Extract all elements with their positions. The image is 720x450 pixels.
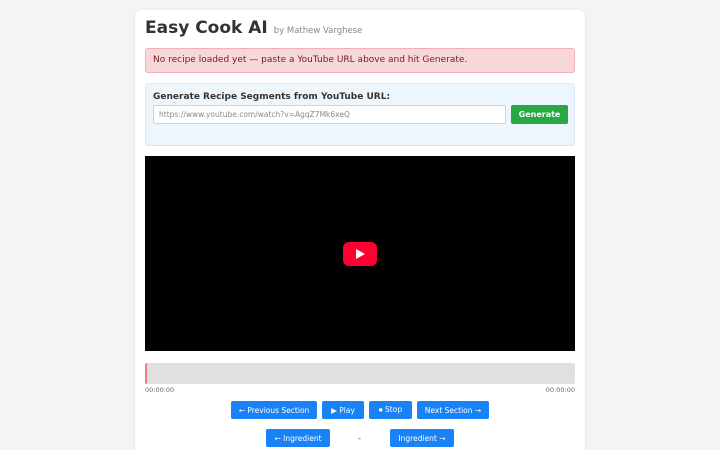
play-button[interactable]: ▶ Play	[322, 401, 364, 419]
generate-button[interactable]: Generate	[511, 105, 568, 124]
video-player[interactable]	[145, 156, 575, 351]
generate-panel: Generate Recipe Segments from YouTube UR…	[145, 83, 575, 146]
generate-label: Generate Recipe Segments from YouTube UR…	[153, 92, 391, 102]
main-card: Easy Cook AI by Mathew Varghese No recip…	[135, 10, 585, 450]
app-title: Easy Cook AI	[145, 18, 268, 38]
author-byline: by Mathew Varghese	[273, 26, 363, 36]
play-triangle-icon	[356, 249, 365, 259]
previous-ingredient-button[interactable]: ← Ingredient	[266, 429, 330, 447]
title-row: Easy Cook AI by Mathew Varghese	[145, 18, 362, 38]
no-recipe-alert: No recipe loaded yet — paste a YouTube U…	[145, 48, 575, 73]
stop-button[interactable]: ⏹ Stop	[369, 401, 412, 419]
youtube-play-icon[interactable]	[343, 242, 377, 266]
progress-bar[interactable]	[145, 363, 575, 384]
ingredient-separator: -	[358, 434, 361, 443]
youtube-url-input[interactable]	[153, 105, 506, 124]
previous-section-button[interactable]: ← Previous Section	[231, 401, 317, 419]
total-time: 00:00:00	[545, 386, 575, 394]
next-ingredient-button[interactable]: Ingredient →	[390, 429, 454, 447]
next-section-button[interactable]: Next Section →	[417, 401, 489, 419]
current-time: 00:00:00	[145, 386, 175, 394]
progress-fill	[145, 363, 147, 384]
